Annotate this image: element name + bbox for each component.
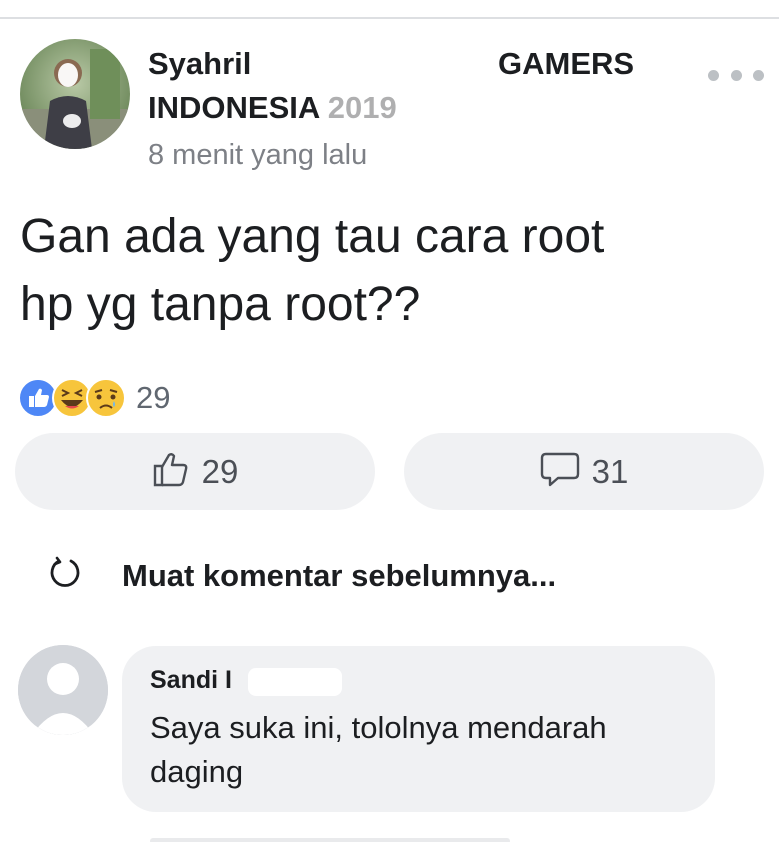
like-button[interactable]: 29: [15, 433, 375, 510]
top-divider: [0, 17, 779, 19]
reaction-count: 29: [136, 380, 171, 415]
comment-bubble-icon: [540, 450, 580, 493]
more-dot-icon: [730, 69, 742, 81]
sad-reaction-icon: [86, 378, 126, 418]
like-count: 29: [201, 452, 239, 490]
load-previous-comments[interactable]: Muat komentar sebelumnya...: [48, 556, 556, 595]
post-timestamp[interactable]: 8 menit yang lalu: [148, 135, 367, 175]
comment-button[interactable]: 31: [404, 433, 764, 510]
post-body: Gan ada yang tau cara root hp yg tanpa r…: [20, 210, 605, 331]
commenter-avatar[interactable]: [18, 645, 108, 735]
comment-actions-cutoff: [150, 830, 510, 842]
more-dot-icon: [753, 69, 764, 81]
load-previous-comments-label: Muat komentar sebelumnya...: [122, 557, 557, 593]
group-name-year: 2019: [327, 90, 397, 125]
comment-text: Saya suka ini, tololnya mendarah daging: [150, 710, 607, 789]
refresh-icon: [48, 556, 82, 595]
comment-count: 31: [591, 452, 629, 490]
reactions-summary[interactable]: 29: [18, 376, 170, 420]
group-name-line2[interactable]: INDONESIA 2019: [148, 88, 397, 128]
more-dot-icon: [708, 69, 719, 81]
more-options-button[interactable]: [708, 60, 764, 90]
author-avatar[interactable]: [20, 39, 130, 149]
group-name[interactable]: GAMERS: [498, 44, 634, 84]
group-name-country: INDONESIA: [148, 90, 320, 125]
comment-author-name[interactable]: Sandi I: [150, 666, 232, 695]
author-name[interactable]: Syahril: [148, 44, 251, 84]
redaction-mask: [248, 668, 342, 696]
thumbs-up-icon: [152, 450, 190, 493]
comment-bubble: Sandi I Saya suka ini, tololnya mendarah…: [122, 646, 715, 812]
